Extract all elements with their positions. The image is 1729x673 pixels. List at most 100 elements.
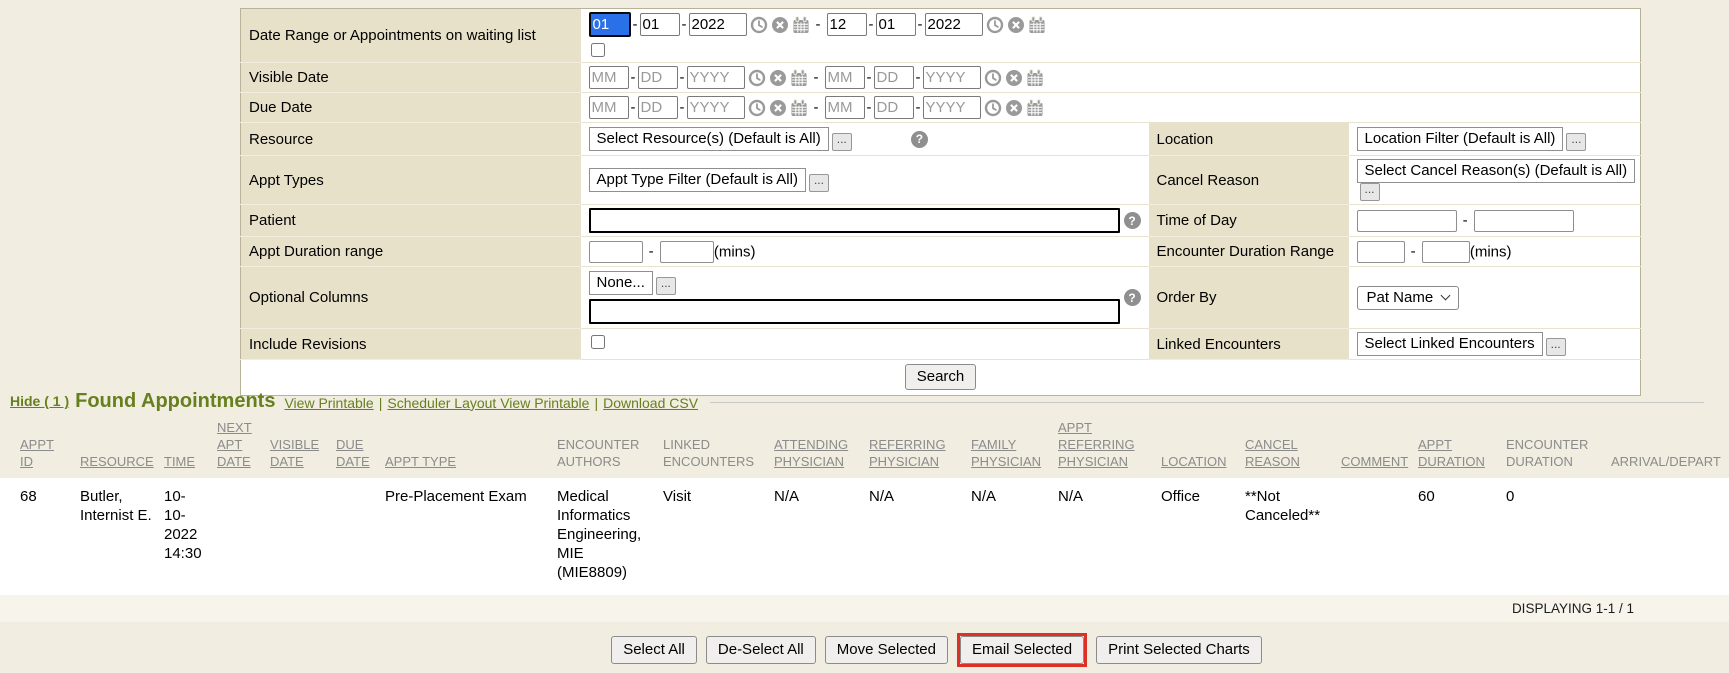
resource-help-icon[interactable]: ? (911, 131, 928, 148)
appt-types-more-button[interactable]: ... (809, 174, 829, 192)
column-header-label[interactable]: VISIBLE DATE (270, 437, 319, 469)
calendar-picker-icon[interactable] (790, 69, 808, 87)
column-header-time[interactable]: TIME (164, 418, 217, 478)
visible-from-month-input[interactable] (589, 66, 629, 89)
visible-to-month-input[interactable] (825, 66, 865, 89)
visible-from-year-input[interactable] (687, 66, 745, 89)
due-to-month-input[interactable] (825, 96, 865, 119)
column-header-label[interactable]: ATTENDING PHYSICIAN (774, 437, 848, 469)
visible-to-day-input[interactable] (874, 66, 914, 89)
optional-columns-more-button[interactable]: ... (656, 277, 676, 295)
optional-columns-input[interactable] (589, 299, 1120, 324)
column-header-label[interactable]: APPT REFERRING PHYSICIAN (1058, 420, 1135, 469)
encounter-duration-min-input[interactable] (1357, 241, 1405, 263)
scheduler-layout-view-printable-link[interactable]: Scheduler Layout View Printable (387, 395, 589, 411)
order-by-select[interactable]: Pat Name (1357, 286, 1460, 310)
location-more-button[interactable]: ... (1566, 133, 1586, 151)
due-from-day-input[interactable] (638, 96, 678, 119)
deselect-all-button[interactable]: De-Select All (706, 636, 816, 664)
column-header-label[interactable]: APPT TYPE (385, 454, 456, 469)
clear-date-icon[interactable] (1005, 99, 1023, 117)
optional-columns-select[interactable]: None... (589, 271, 653, 295)
column-header-appt-referring-physician[interactable]: APPT REFERRING PHYSICIAN (1058, 418, 1161, 478)
time-picker-icon[interactable] (750, 16, 768, 34)
download-csv-link[interactable]: Download CSV (603, 395, 698, 411)
time-picker-icon[interactable] (984, 69, 1002, 87)
column-header-label[interactable]: REFERRING PHYSICIAN (869, 437, 946, 469)
calendar-picker-icon[interactable] (792, 16, 810, 34)
appt-duration-max-input[interactable] (660, 241, 714, 263)
column-header-label[interactable]: RESOURCE (80, 454, 154, 469)
visible-from-day-input[interactable] (638, 66, 678, 89)
date-to-day-input[interactable] (876, 13, 916, 36)
date-from-year-input[interactable] (689, 13, 747, 36)
column-header-label[interactable]: COMMENT (1341, 454, 1408, 469)
column-header-visible-date[interactable]: VISIBLE DATE (270, 418, 336, 478)
calendar-picker-icon[interactable] (1026, 99, 1044, 117)
appointment-row[interactable]: 68Butler, Internist E.10-10-2022 14:30Pr… (0, 478, 1729, 595)
cancel-reason-select[interactable]: Select Cancel Reason(s) (Default is All) (1357, 159, 1636, 183)
calendar-picker-icon[interactable] (790, 99, 808, 117)
patient-input[interactable] (589, 208, 1120, 233)
date-from-month-input[interactable] (589, 12, 631, 37)
column-header-attending-physician[interactable]: ATTENDING PHYSICIAN (774, 418, 869, 478)
column-header-appt-type[interactable]: APPT TYPE (385, 418, 557, 478)
due-to-day-input[interactable] (874, 96, 914, 119)
date-to-month-input[interactable] (827, 13, 867, 36)
date-to-year-input[interactable] (925, 13, 983, 36)
time-picker-icon[interactable] (748, 99, 766, 117)
select-all-button[interactable]: Select All (611, 636, 697, 664)
clear-date-icon[interactable] (769, 69, 787, 87)
column-header-comment[interactable]: COMMENT (1341, 418, 1418, 478)
column-header-resource[interactable]: RESOURCE (80, 418, 164, 478)
column-header-label[interactable]: TIME (164, 454, 195, 469)
due-to-year-input[interactable] (923, 96, 981, 119)
column-header-family-physician[interactable]: FAMILY PHYSICIAN (971, 418, 1058, 478)
column-header-cancel-reason[interactable]: CANCEL REASON (1245, 418, 1341, 478)
linked-encounters-more-button[interactable]: ... (1546, 338, 1566, 356)
time-picker-icon[interactable] (748, 69, 766, 87)
print-selected-charts-button[interactable]: Print Selected Charts (1096, 636, 1262, 664)
due-from-month-input[interactable] (589, 96, 629, 119)
hide-results-link[interactable]: Hide ( 1 ) (10, 393, 69, 409)
appt-duration-min-input[interactable] (589, 241, 643, 263)
cancel-reason-more-button[interactable]: ... (1360, 183, 1380, 201)
calendar-picker-icon[interactable] (1028, 16, 1046, 34)
clear-date-icon[interactable] (1005, 69, 1023, 87)
time-picker-icon[interactable] (986, 16, 1004, 34)
column-header-label[interactable]: NEXT APT DATE (217, 420, 252, 469)
resource-select[interactable]: Select Resource(s) (Default is All) (589, 127, 829, 151)
optional-columns-help-icon[interactable]: ? (1124, 289, 1141, 306)
move-selected-button[interactable]: Move Selected (825, 636, 948, 664)
due-from-year-input[interactable] (687, 96, 745, 119)
clear-date-icon[interactable] (771, 16, 789, 34)
view-printable-link[interactable]: View Printable (284, 395, 373, 411)
column-header-referring-physician[interactable]: REFERRING PHYSICIAN (869, 418, 971, 478)
include-revisions-checkbox[interactable] (591, 335, 605, 349)
calendar-picker-icon[interactable] (1026, 69, 1044, 87)
resource-more-button[interactable]: ... (832, 133, 852, 151)
location-select[interactable]: Location Filter (Default is All) (1357, 127, 1564, 151)
date-from-day-input[interactable] (640, 13, 680, 36)
column-header-next-apt-date[interactable]: NEXT APT DATE (217, 418, 270, 478)
appt-types-select[interactable]: Appt Type Filter (Default is All) (589, 168, 806, 192)
time-of-day-to-input[interactable] (1474, 210, 1574, 232)
column-header-label[interactable]: CANCEL REASON (1245, 437, 1300, 469)
column-header-location[interactable]: LOCATION (1161, 418, 1245, 478)
column-header-label[interactable]: APPT DURATION (1418, 437, 1485, 469)
time-of-day-from-input[interactable] (1357, 210, 1457, 232)
time-picker-icon[interactable] (984, 99, 1002, 117)
waiting-list-checkbox[interactable] (591, 43, 605, 57)
clear-date-icon[interactable] (769, 99, 787, 117)
patient-help-icon[interactable]: ? (1124, 212, 1141, 229)
clear-date-icon[interactable] (1007, 16, 1025, 34)
column-header-label[interactable]: FAMILY PHYSICIAN (971, 437, 1041, 469)
column-header-label[interactable]: APPT ID (20, 437, 54, 469)
encounter-duration-max-input[interactable] (1422, 241, 1470, 263)
column-header-appt-duration[interactable]: APPT DURATION (1418, 418, 1506, 478)
email-selected-button[interactable]: Email Selected (960, 636, 1084, 664)
column-header-label[interactable]: DUE DATE (336, 437, 370, 469)
visible-to-year-input[interactable] (923, 66, 981, 89)
column-header-due-date[interactable]: DUE DATE (336, 418, 385, 478)
column-header-label[interactable]: LOCATION (1161, 454, 1227, 469)
